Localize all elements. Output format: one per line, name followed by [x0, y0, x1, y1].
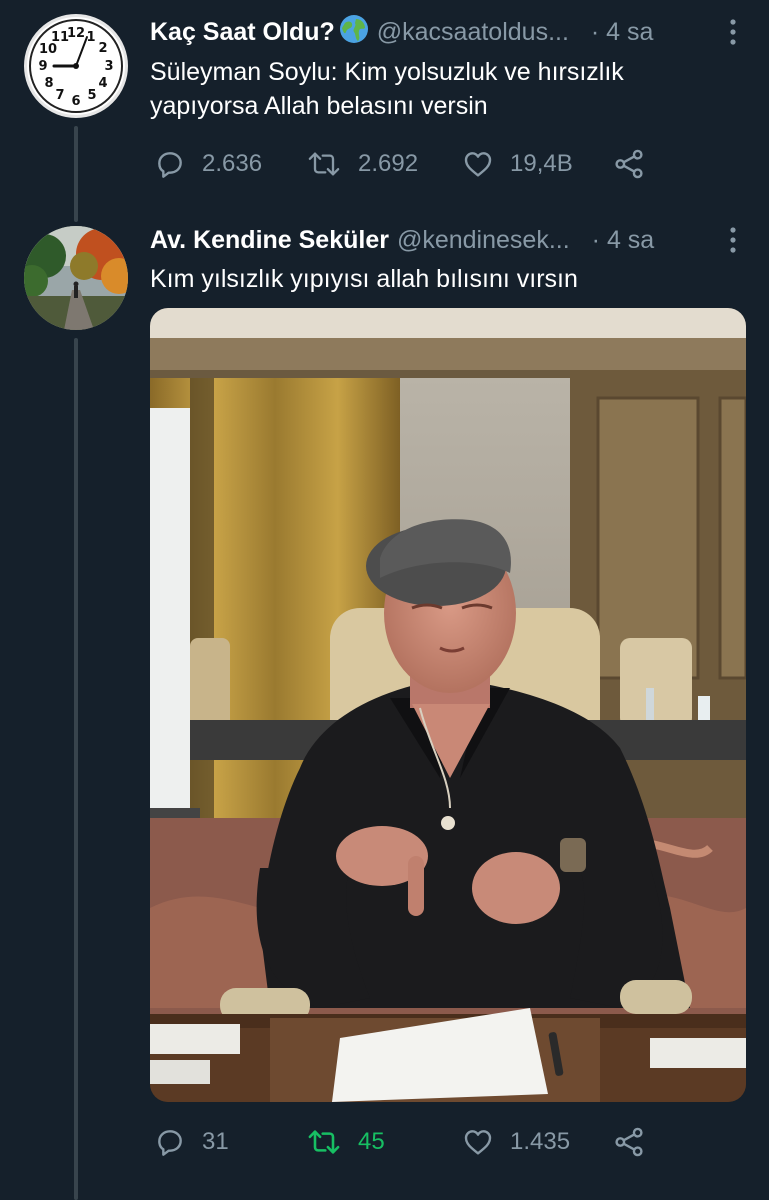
retweet-button[interactable]: 2.692 — [306, 144, 418, 184]
reply-button[interactable]: 31 — [154, 1122, 229, 1162]
reply-icon — [158, 152, 182, 178]
like-icon — [464, 152, 492, 177]
tweet-media-video[interactable] — [150, 308, 746, 1102]
like-count: 19,4B — [510, 150, 573, 177]
display-name[interactable]: Kaç Saat Oldu? — [150, 18, 335, 47]
tweet-kacsaatoldu[interactable]: 12 1 2 3 4 5 6 7 8 9 10 11 Kaç Saat Oldu… — [0, 0, 769, 200]
clock-icon: 12 1 2 3 4 5 6 7 8 9 10 11 — [29, 19, 123, 113]
video-thumbnail — [150, 308, 746, 1102]
share-icon — [615, 149, 643, 179]
more-icon[interactable] — [721, 224, 745, 256]
retweet-count: 2.692 — [358, 150, 419, 177]
share-button[interactable] — [612, 144, 662, 184]
share-icon — [615, 1127, 643, 1157]
like-count: 1.435 — [510, 1128, 571, 1155]
action-bar: 31 45 1.435 — [150, 1122, 750, 1162]
retweet-button[interactable]: 45 — [306, 1122, 385, 1162]
user-handle[interactable]: @kendinesek... — [397, 226, 570, 255]
svg-text:5: 5 — [87, 88, 96, 103]
svg-text:8: 8 — [44, 76, 53, 91]
timestamp[interactable]: · 4 sa — [591, 18, 654, 47]
tweet-text: Süleyman Soylu: Kim yolsuzluk ve hırsızl… — [150, 55, 745, 123]
reply-count: 2.636 — [202, 150, 263, 177]
svg-text:7: 7 — [55, 88, 64, 103]
retweet-count: 45 — [358, 1128, 385, 1155]
svg-text:3: 3 — [104, 59, 113, 74]
avatar[interactable]: 12 1 2 3 4 5 6 7 8 9 10 11 — [24, 14, 128, 118]
svg-text:6: 6 — [71, 94, 80, 109]
share-button[interactable] — [612, 1122, 662, 1162]
more-icon[interactable] — [721, 16, 745, 48]
retweet-icon — [308, 1130, 340, 1154]
svg-text:9: 9 — [38, 59, 47, 74]
reply-button[interactable]: 2.636 — [154, 144, 262, 184]
user-handle[interactable]: @kacsaatoldus... — [377, 18, 569, 47]
tweet-header: Kaç Saat Oldu? @kacsaatoldus... · 4 sa — [150, 12, 745, 52]
svg-text:2: 2 — [98, 41, 107, 56]
avatar[interactable] — [24, 226, 128, 330]
action-bar: 2.636 2.692 19,4B — [150, 144, 750, 184]
like-button[interactable]: 1.435 — [462, 1122, 570, 1162]
reply-icon — [158, 1130, 182, 1156]
tweet-text: Kım yılsızlık yıpıyısı allah bılısını vı… — [150, 265, 578, 293]
reply-count: 31 — [202, 1128, 229, 1155]
tweet-header: Av. Kendine Seküler @kendinesek... · 4 s… — [150, 220, 745, 260]
like-button[interactable]: 19,4B — [462, 144, 573, 184]
tweet-text-line: yapıyorsa Allah belasını versin — [150, 92, 488, 120]
like-icon — [464, 1130, 492, 1155]
svg-text:11: 11 — [51, 30, 69, 45]
forest-path-avatar — [24, 226, 128, 330]
svg-text:4: 4 — [98, 76, 107, 91]
retweet-icon — [308, 152, 340, 176]
svg-text:12: 12 — [67, 26, 85, 41]
display-name[interactable]: Av. Kendine Seküler — [150, 226, 389, 255]
tweet-text-line: Süleyman Soylu: Kim yolsuzluk ve hırsızl… — [150, 58, 624, 86]
timestamp[interactable]: · 4 sa — [592, 226, 655, 255]
globe-icon — [339, 14, 369, 51]
